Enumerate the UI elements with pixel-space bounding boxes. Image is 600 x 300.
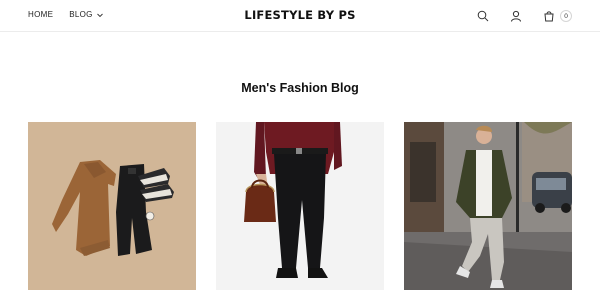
man-with-bag-image	[216, 122, 384, 290]
search-icon[interactable]	[476, 9, 490, 23]
cart-count-badge: 0	[560, 10, 572, 22]
street-style-image	[404, 122, 572, 290]
page-title: Men's Fashion Blog	[241, 81, 359, 95]
site-header: HOME BLOG LIFESTYLE BY PS 0	[0, 0, 600, 32]
blog-post-grid	[28, 122, 572, 290]
cart-icon	[542, 9, 556, 23]
cart-button[interactable]: 0	[542, 9, 572, 23]
flat-lay-outfit-image	[28, 122, 196, 290]
blog-post-card[interactable]	[28, 122, 196, 290]
header-actions: 0	[476, 9, 572, 23]
blog-post-card[interactable]	[404, 122, 572, 290]
account-icon[interactable]	[509, 9, 523, 23]
blog-post-card[interactable]	[216, 122, 384, 290]
